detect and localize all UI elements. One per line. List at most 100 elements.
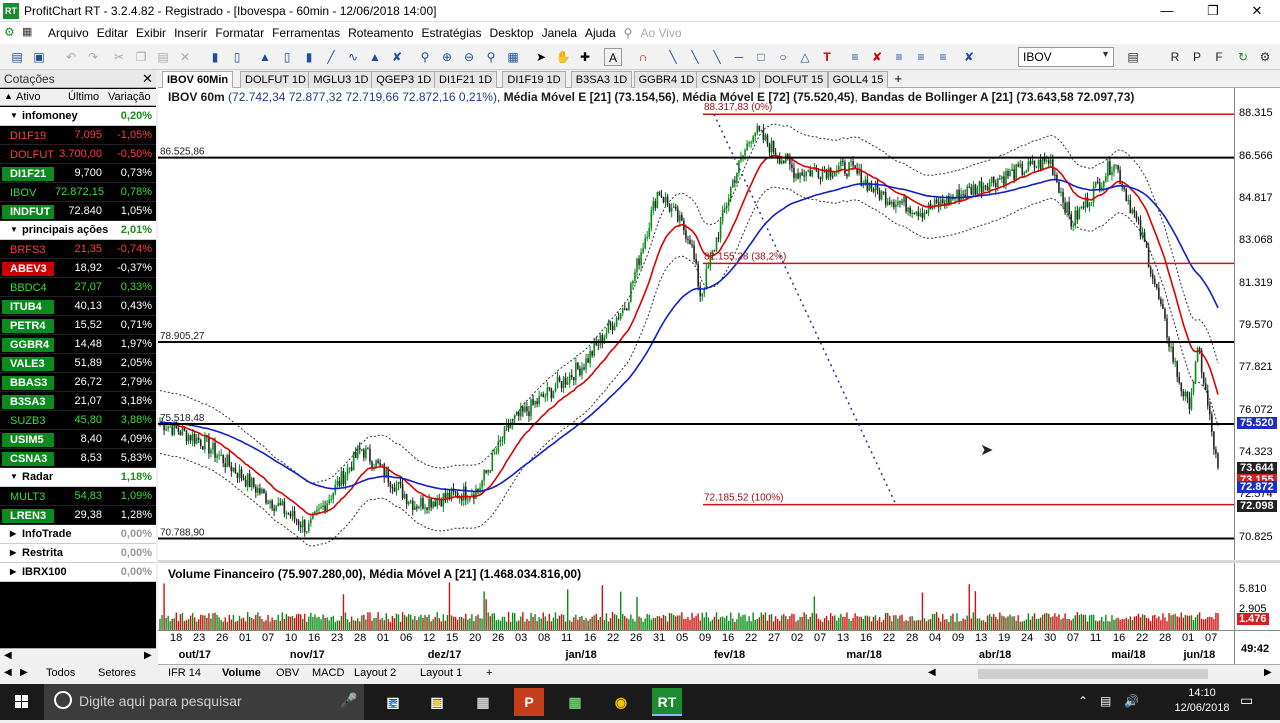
live-mode[interactable]: Ao Vivo bbox=[636, 22, 685, 44]
quote-row[interactable]: DI1F21 9,700 0,73% bbox=[0, 164, 156, 183]
tab-setores[interactable]: Setores bbox=[98, 667, 136, 679]
notifications-icon[interactable]: ▭ bbox=[1240, 692, 1253, 709]
layout-tab[interactable]: Layout 1 bbox=[420, 667, 462, 679]
quote-row[interactable]: B3SA3 21,07 3,18% bbox=[0, 392, 156, 411]
quote-group[interactable]: ▼ principais ações 2,01% bbox=[0, 221, 156, 240]
quote-row[interactable]: DI1F19 7,095 -1,05% bbox=[0, 126, 156, 145]
volume-axis[interactable]: 5.810 2.905 1.476 bbox=[1234, 563, 1280, 630]
horizontal-scrollbar[interactable] bbox=[978, 669, 1208, 679]
caret-down-icon[interactable]: ▼ bbox=[10, 111, 18, 120]
chrome-icon[interactable]: ◉ bbox=[606, 688, 636, 716]
minimize-button[interactable]: — bbox=[1144, 0, 1190, 22]
bar-chart-icon[interactable]: ▮ bbox=[300, 48, 318, 66]
microphone-icon[interactable]: 🎤 bbox=[340, 692, 357, 709]
chart-tab[interactable]: MGLU3 1D bbox=[308, 71, 374, 88]
chart-tab[interactable]: QGEP3 1D bbox=[371, 71, 437, 88]
price-axis[interactable]: 88.315 86.566 84.817 83.068 81.319 79.570 77.8… bbox=[1234, 88, 1280, 560]
quote-group[interactable]: ▶ InfoTrade 0,00% bbox=[0, 525, 156, 544]
layout-tab[interactable]: IFR 14 bbox=[168, 667, 201, 679]
caret-right-icon[interactable]: ▶ bbox=[10, 548, 16, 557]
fibonacci-icon[interactable]: ≡ bbox=[846, 48, 864, 66]
zoom-icon[interactable]: ⚲ bbox=[416, 48, 434, 66]
menu-editar[interactable]: Editar bbox=[93, 22, 132, 44]
start-button[interactable] bbox=[0, 684, 44, 720]
arcs-icon[interactable]: ≡ bbox=[890, 48, 908, 66]
magnet-icon[interactable]: ∩ bbox=[634, 48, 652, 66]
caret-down-icon[interactable]: ▼ bbox=[10, 472, 18, 481]
ohlc-icon[interactable]: ▲ bbox=[256, 48, 274, 66]
save-icon[interactable]: ▣ bbox=[30, 48, 48, 66]
zoom-in-icon[interactable]: ⊕ bbox=[438, 48, 456, 66]
candle-icon[interactable]: ▮ bbox=[206, 48, 224, 66]
nav-first-icon[interactable]: ◀ bbox=[4, 667, 12, 678]
file-explorer-icon[interactable]: ■ bbox=[422, 688, 452, 716]
quote-row[interactable]: BBDC4 27,07 0,33% bbox=[0, 278, 156, 297]
study-icon[interactable]: P bbox=[1188, 48, 1206, 66]
quote-row[interactable]: VALE3 51,89 2,05% bbox=[0, 354, 156, 373]
image-app-icon[interactable]: ▦ bbox=[560, 688, 590, 716]
window-icon[interactable]: ▤ bbox=[1124, 48, 1142, 66]
quote-row[interactable]: DOLFUT 3.700,00 -0,50% bbox=[0, 145, 156, 164]
text-tool-icon[interactable]: A bbox=[604, 48, 622, 66]
paste-icon[interactable]: ▤ bbox=[154, 48, 172, 66]
chart-tab[interactable]: DI1F19 1D bbox=[502, 71, 566, 88]
chart-tab[interactable]: IBOV 60Min bbox=[162, 71, 234, 88]
undo-icon[interactable]: ↶ bbox=[62, 48, 80, 66]
delete-icon[interactable]: ✕ bbox=[176, 48, 194, 66]
taskbar-clock[interactable]: 14:10 12/06/2018 bbox=[1172, 686, 1232, 716]
close-button[interactable]: ✕ bbox=[1234, 0, 1280, 22]
mountain-chart-icon[interactable]: ▲ bbox=[366, 48, 384, 66]
grid-icon[interactable]: ▦ bbox=[504, 48, 522, 66]
network-icon[interactable]: ▤ bbox=[1100, 694, 1111, 708]
hand-icon[interactable]: ✋ bbox=[554, 48, 572, 66]
app-menu-icon[interactable]: ⚙ bbox=[4, 25, 18, 39]
objects-icon[interactable]: ✘ bbox=[960, 48, 978, 66]
taskbar-search[interactable]: Digite aqui para pesquisar 🎤 bbox=[44, 684, 364, 720]
powerpoint-icon[interactable]: P bbox=[514, 688, 544, 716]
close-icon[interactable]: ✕ bbox=[142, 71, 153, 87]
volume-chart[interactable]: Volume Financeiro (75.907.280,00), Média… bbox=[158, 563, 1234, 630]
zoom-fit-icon[interactable]: ⚲ bbox=[482, 48, 500, 66]
line-chart-icon[interactable]: ╱ bbox=[322, 48, 340, 66]
redo-icon[interactable]: ↷ bbox=[84, 48, 102, 66]
scroll-right-icon[interactable]: ▶ bbox=[1264, 667, 1272, 678]
layout-tab[interactable]: MACD bbox=[312, 667, 344, 679]
profitchart-taskbar-icon[interactable]: RT bbox=[652, 688, 682, 716]
chart-tab[interactable]: GOLL4 15 bbox=[827, 71, 889, 88]
menu-exibir[interactable]: Exibir bbox=[132, 22, 170, 44]
menu-inserir[interactable]: Inserir bbox=[170, 22, 211, 44]
retracement-icon[interactable]: ≡ bbox=[934, 48, 952, 66]
nav-next-icon[interactable]: ▶ bbox=[20, 667, 28, 678]
caret-right-icon[interactable]: ▶ bbox=[10, 529, 16, 538]
channel-icon[interactable]: ╲ bbox=[708, 48, 726, 66]
template-icon[interactable]: F bbox=[1210, 48, 1228, 66]
settings-icon[interactable]: ⚙ bbox=[1256, 48, 1274, 66]
area-chart-icon[interactable]: ∿ bbox=[344, 48, 362, 66]
scroll-left-icon[interactable]: ◀ bbox=[928, 667, 936, 678]
quote-row[interactable]: MULT3 54,83 1,09% bbox=[0, 487, 156, 506]
crosshair-icon[interactable]: ✚ bbox=[576, 48, 594, 66]
chart-tab[interactable]: DI1F21 1D bbox=[434, 71, 498, 88]
chart-tab[interactable]: B3SA3 1D bbox=[570, 71, 633, 88]
scroll-left-icon[interactable]: ◀ bbox=[4, 650, 12, 661]
search-icon[interactable]: ⚲ bbox=[620, 22, 637, 44]
caret-down-icon[interactable]: ▼ bbox=[10, 225, 18, 234]
add-layout-icon[interactable]: + bbox=[486, 667, 492, 679]
quote-group[interactable]: ▶ IBRX100 0,00% bbox=[0, 563, 156, 582]
quote-group[interactable]: ▼ infomoney 0,20% bbox=[0, 107, 156, 126]
sort-icon[interactable]: ▲ bbox=[4, 91, 13, 101]
ellipse-icon[interactable]: ○ bbox=[774, 48, 792, 66]
menu-formatar[interactable]: Formatar bbox=[211, 22, 268, 44]
quote-row[interactable]: GGBR4 14,48 1,97% bbox=[0, 335, 156, 354]
menu-arquivo[interactable]: Arquivo bbox=[44, 22, 93, 44]
col-ultimo[interactable]: Último bbox=[68, 91, 99, 103]
chart-tab[interactable]: GGBR4 1D bbox=[633, 71, 700, 88]
indicator-icon[interactable]: R bbox=[1166, 48, 1184, 66]
triangle-icon[interactable]: △ bbox=[796, 48, 814, 66]
menu-roteamento[interactable]: Roteamento bbox=[344, 22, 417, 44]
quote-row[interactable]: USIM5 8,40 4,09% bbox=[0, 430, 156, 449]
cut-icon[interactable]: ✂ bbox=[110, 48, 128, 66]
tray-chevron-icon[interactable]: ⌃ bbox=[1078, 694, 1088, 708]
quote-row[interactable]: PETR4 15,52 0,71% bbox=[0, 316, 156, 335]
quote-group[interactable]: ▼ Radar 1,18% bbox=[0, 468, 156, 487]
